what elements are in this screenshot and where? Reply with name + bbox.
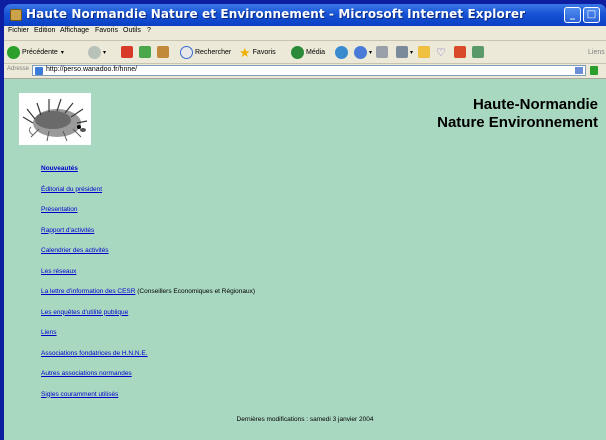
go-icon[interactable] (590, 66, 598, 75)
stop-icon (121, 46, 133, 58)
ie-app-icon (10, 9, 22, 21)
forward-dropdown-icon: ▾ (103, 49, 107, 56)
nav-link-calendrier[interactable]: Calendrier des activités (41, 247, 109, 254)
site-title: Haute-Normandie Nature Environnement (437, 96, 598, 132)
address-bar: Adresse http://perso.wanadoo.fr/hnne/ (4, 64, 606, 79)
edit-icon (396, 46, 408, 58)
nav-item-sigles: Sigles couramment utilisés (41, 391, 118, 398)
nav-cesr-suffix: (Conseillers Economiques et Régionaux) (135, 288, 256, 295)
back-button[interactable]: Précédente ▾ (7, 45, 64, 59)
menu-affichage[interactable]: Affichage (60, 27, 89, 34)
folder-icon (418, 46, 430, 58)
nav-item-autres: Autres associations normandes (41, 370, 132, 377)
media-button[interactable]: Média (291, 45, 325, 59)
last-modified-footer: Dernières modifications : samedi 3 janvi… (236, 416, 374, 423)
back-arrow-icon (7, 45, 20, 59)
home-icon (157, 46, 169, 58)
nav-link-editorial[interactable]: Éditorial du président (41, 186, 102, 193)
print-button[interactable] (376, 45, 388, 59)
research-button[interactable] (472, 45, 484, 59)
nav-link-presentation[interactable]: Présentation (41, 206, 78, 213)
research-icon (472, 46, 484, 58)
mail-icon (354, 45, 367, 59)
nav-link-nouveautes[interactable]: Nouveautés (41, 165, 78, 172)
print-icon (376, 46, 388, 58)
forward-button[interactable]: ▾ (88, 45, 106, 59)
nav-item-presentation: Présentation (41, 206, 78, 213)
address-dropdown-icon[interactable] (575, 67, 583, 74)
forward-arrow-icon (88, 45, 101, 59)
nav-link-reseaux[interactable]: Les réseaux (41, 268, 76, 275)
nav-link-rapport[interactable]: Rapport d'activités (41, 227, 94, 234)
nav-item-rapport: Rapport d'activités (41, 227, 94, 234)
web-page: Haute-Normandie Nature Environnement Nou… (4, 79, 606, 440)
history-button[interactable] (335, 45, 350, 59)
nav-item-enquetes: Les enquêtes d'utilité publique (41, 309, 128, 316)
edit-dropdown-icon: ▾ (410, 49, 414, 56)
nav-link-autres[interactable]: Autres associations normandes (41, 370, 132, 377)
maximize-button[interactable]: □ (583, 7, 600, 23)
favorites-button[interactable]: ★ Favoris (239, 45, 276, 59)
nav-item-editorial: Éditorial du président (41, 186, 102, 193)
hedgehog-logo (19, 93, 91, 145)
nav-item-nouveautes: Nouveautés (41, 165, 78, 172)
menu-bar: Fichier Edition Affichage Favoris Outils… (4, 26, 606, 41)
window-controls: _ □ (564, 7, 600, 23)
refresh-button[interactable] (139, 45, 151, 59)
nav-item-fondatrices: Associations fondatrices de H.N.N.E. (41, 350, 148, 357)
discuss-button[interactable] (454, 45, 466, 59)
menu-fichier[interactable]: Fichier (8, 27, 29, 34)
address-label: Adresse (7, 66, 30, 72)
messenger-icon: ♡ (436, 46, 446, 59)
media-label: Média (306, 48, 326, 56)
window-title: Haute Normandie Nature et Environnement … (26, 7, 526, 21)
nav-link-sigles[interactable]: Sigles couramment utilisés (41, 391, 118, 398)
address-input[interactable]: http://perso.wanadoo.fr/hnne/ (32, 65, 586, 76)
history-icon (335, 45, 348, 59)
search-label: Rechercher (195, 48, 232, 56)
stop-button[interactable] (121, 45, 133, 59)
browser-window: Haute Normandie Nature et Environnement … (0, 0, 606, 440)
refresh-icon (139, 46, 151, 58)
links-button[interactable]: Liens (588, 45, 605, 59)
menu-edition[interactable]: Edition (34, 27, 55, 34)
mail-dropdown-icon: ▾ (369, 49, 373, 56)
nav-link-liens[interactable]: Liens (41, 329, 57, 336)
back-dropdown-icon: ▾ (60, 49, 64, 56)
messenger-button[interactable]: ♡ (436, 45, 446, 59)
back-label: Précédente (22, 48, 58, 56)
standard-toolbar: Précédente ▾ ▾ Rechercher ★ Favoris Médi… (4, 41, 606, 64)
media-icon (291, 45, 304, 59)
mail-button[interactable]: ▾ (354, 45, 372, 59)
menu-favoris[interactable]: Favoris (95, 27, 118, 34)
nav-link-fondatrices[interactable]: Associations fondatrices de H.N.N.E. (41, 350, 148, 357)
page-icon (35, 67, 43, 75)
window-titlebar[interactable]: Haute Normandie Nature et Environnement … (4, 4, 606, 26)
edit-button[interactable]: ▾ (396, 45, 413, 59)
search-icon (180, 45, 193, 59)
favorites-label: Favoris (252, 48, 276, 56)
site-title-line2: Nature Environnement (437, 114, 598, 131)
discuss-icon (454, 46, 466, 58)
menu-outils[interactable]: Outils (123, 27, 141, 34)
nav-item-reseaux: Les réseaux (41, 268, 76, 275)
favorites-star-icon: ★ (239, 44, 251, 60)
nav-link-enquetes[interactable]: Les enquêtes d'utilité publique (41, 309, 128, 316)
home-button[interactable] (157, 45, 169, 59)
nav-link-cesr[interactable]: La lettre d'information des CESR (41, 288, 135, 295)
folder-button[interactable] (418, 45, 430, 59)
menu-help[interactable]: ? (147, 27, 151, 34)
minimize-button[interactable]: _ (564, 7, 581, 23)
nav-item-calendrier: Calendrier des activités (41, 247, 109, 254)
nav-item-cesr: La lettre d'information des CESR (Consei… (41, 288, 255, 295)
site-title-line1: Haute-Normandie (472, 96, 598, 113)
nav-item-liens: Liens (41, 329, 57, 336)
links-label: Liens (588, 48, 605, 56)
address-url: http://perso.wanadoo.fr/hnne/ (46, 66, 138, 73)
search-button[interactable]: Rechercher (180, 45, 231, 59)
